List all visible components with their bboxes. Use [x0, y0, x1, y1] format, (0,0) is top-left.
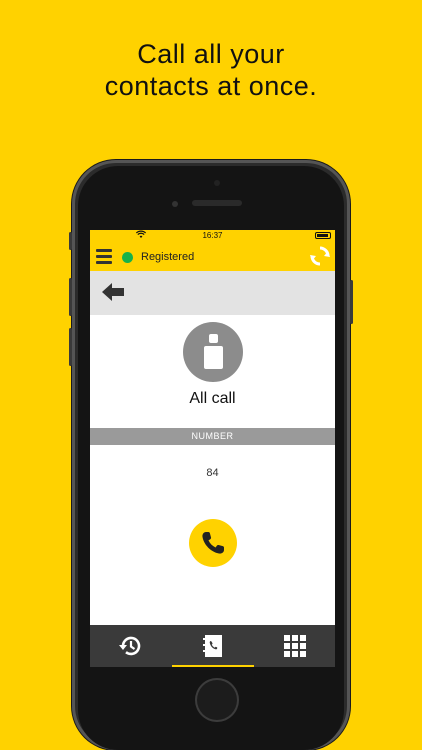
- headline-line-2: contacts at once.: [104, 71, 318, 101]
- dialpad-icon: [284, 635, 306, 657]
- registration-status-text: Registered: [141, 251, 195, 263]
- battery-icon: [315, 232, 331, 239]
- tab-dialpad[interactable]: [254, 625, 335, 667]
- hamburger-menu-icon[interactable]: [96, 249, 112, 264]
- registration-status-indicator: [122, 252, 133, 263]
- app-bar: Registered: [90, 242, 335, 271]
- tab-contacts[interactable]: [172, 625, 254, 667]
- call-button[interactable]: [189, 519, 237, 567]
- front-camera: [172, 201, 178, 207]
- status-bar: 16:37: [90, 230, 335, 242]
- sync-icon[interactable]: [309, 245, 331, 267]
- power-button: [350, 280, 353, 324]
- navigation-bar: [90, 271, 335, 315]
- contact-name: All call: [189, 390, 236, 407]
- phone-icon: [202, 532, 224, 554]
- tab-history[interactable]: [90, 625, 172, 667]
- mute-switch: [69, 232, 72, 250]
- contacts-book-icon: [203, 635, 222, 657]
- app-screen: 16:37 Registered All call NUMBER 84: [90, 230, 335, 667]
- person-icon: [183, 322, 243, 382]
- earpiece-speaker: [192, 200, 242, 206]
- phone-frame: 16:37 Registered All call NUMBER 84: [69, 160, 353, 750]
- history-icon: [119, 636, 141, 656]
- bottom-tab-bar: [90, 625, 335, 667]
- home-button[interactable]: [195, 678, 239, 722]
- headline-line-1: Call all your: [137, 39, 285, 69]
- headline: Call all your contacts at once.: [0, 38, 422, 102]
- volume-up-button: [69, 278, 72, 316]
- number-section-header: NUMBER: [90, 428, 335, 445]
- status-time: 16:37: [202, 231, 223, 240]
- contact-number[interactable]: 84: [90, 467, 335, 479]
- volume-down-button: [69, 328, 72, 366]
- proximity-sensor: [214, 180, 220, 186]
- arrow-left-icon[interactable]: [100, 281, 126, 303]
